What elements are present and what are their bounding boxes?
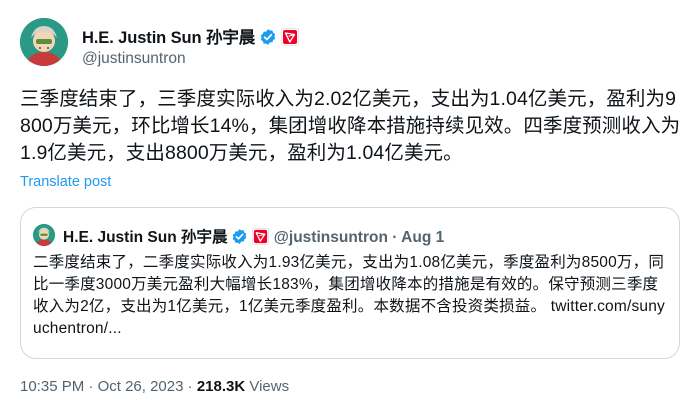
tron-logo-icon	[252, 228, 270, 250]
quoted-handle: @justinsuntron	[273, 229, 388, 246]
quoted-avatar	[33, 224, 55, 246]
quoted-display-name: H.E. Justin Sun 孙宇晨	[63, 229, 228, 246]
tweet-time[interactable]: 10:35 PM	[20, 378, 84, 395]
tron-logo-icon[interactable]	[281, 28, 300, 51]
views-count[interactable]: 218.3K	[197, 378, 245, 395]
meta-separator: ·	[187, 378, 193, 395]
translate-post-link[interactable]: Translate post	[20, 174, 111, 190]
avatar[interactable]	[20, 18, 68, 66]
tweet-meta: 10:35 PM · Oct 26, 2023 · 218.3K Views	[20, 378, 289, 395]
quoted-tweet-text: 二季度结束了，二季度实际收入为1.93亿美元，支出为1.08亿美元，季度盈利为8…	[33, 252, 667, 340]
tweet: H.E. Justin Sun 孙宇晨 @justinsuntron 三季度结束…	[0, 0, 700, 414]
meta-separator: ·	[88, 378, 94, 395]
tweet-text: 三季度结束了，三季度实际收入为2.02亿美元，支出为1.04亿美元，盈利为980…	[20, 88, 681, 164]
quoted-date[interactable]: Aug 1	[401, 229, 444, 246]
tweet-date[interactable]: Oct 26, 2023	[98, 378, 184, 395]
author-display-name[interactable]: H.E. Justin Sun 孙宇晨	[82, 29, 255, 47]
quoted-tweet[interactable]: H.E. Justin Sun 孙宇晨 @justinsuntron · Aug…	[20, 207, 680, 359]
author-names: H.E. Justin Sun 孙宇晨 @justinsuntron	[82, 24, 300, 67]
views-label: Views	[249, 378, 290, 395]
quoted-separator: ·	[392, 229, 398, 246]
verified-badge-icon	[231, 228, 248, 250]
verified-badge-icon[interactable]	[259, 28, 277, 51]
author-handle[interactable]: @justinsuntron	[82, 50, 186, 68]
quoted-author-line: H.E. Justin Sun 孙宇晨 @justinsuntron · Aug…	[63, 225, 444, 250]
